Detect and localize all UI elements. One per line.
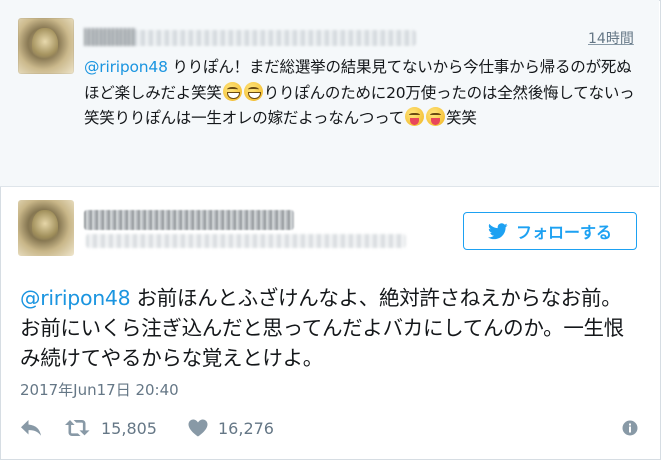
avatar[interactable] <box>18 200 74 256</box>
info-icon <box>622 420 638 436</box>
redacted-user-handle <box>86 234 406 248</box>
redacted-user-name <box>84 28 416 46</box>
reply-tweet[interactable]: 14時間 @riripon48 りりぽん！まだ総選挙の結果見てないから今仕事から… <box>0 0 659 187</box>
face-with-tongue-icon <box>405 107 425 126</box>
twitter-bird-icon <box>487 222 508 239</box>
tweet-text: @riripon48 お前ほんとふざけんなよ、絶対許さねえからなお前。お前にいく… <box>20 283 640 373</box>
follow-button-label: フォローする <box>515 223 612 242</box>
like-button[interactable]: 16,276 <box>188 414 274 442</box>
tweet-text-part: 笑笑 <box>446 109 477 127</box>
tweet-timestamp-link[interactable]: 14時間 <box>588 28 634 48</box>
retweet-icon <box>65 420 90 436</box>
follow-button[interactable]: フォローする <box>463 212 637 250</box>
reply-icon <box>21 420 41 436</box>
face-with-tongue-icon <box>426 107 446 126</box>
info-button[interactable] <box>622 414 638 442</box>
like-count: 16,276 <box>218 418 274 438</box>
grinning-face-icon <box>222 81 242 101</box>
heart-icon <box>188 419 208 437</box>
tweet-text: @riripon48 りりぽん！まだ総選挙の結果見てないから今仕事から帰るのが死… <box>84 55 644 132</box>
mention-link[interactable]: @riripon48 <box>84 58 168 76</box>
redacted-user-name <box>84 210 294 230</box>
grinning-face-icon <box>243 81 263 101</box>
reply-button[interactable] <box>20 414 42 442</box>
tweet-date[interactable]: 2017年Jun17日 20:40 <box>20 379 179 400</box>
tweet-actions: 15,805 16,276 <box>20 414 640 442</box>
retweet-button[interactable]: 15,805 <box>65 414 157 442</box>
mention-link[interactable]: @riripon48 <box>20 286 131 310</box>
retweet-count: 15,805 <box>101 418 157 438</box>
avatar[interactable] <box>18 18 74 74</box>
